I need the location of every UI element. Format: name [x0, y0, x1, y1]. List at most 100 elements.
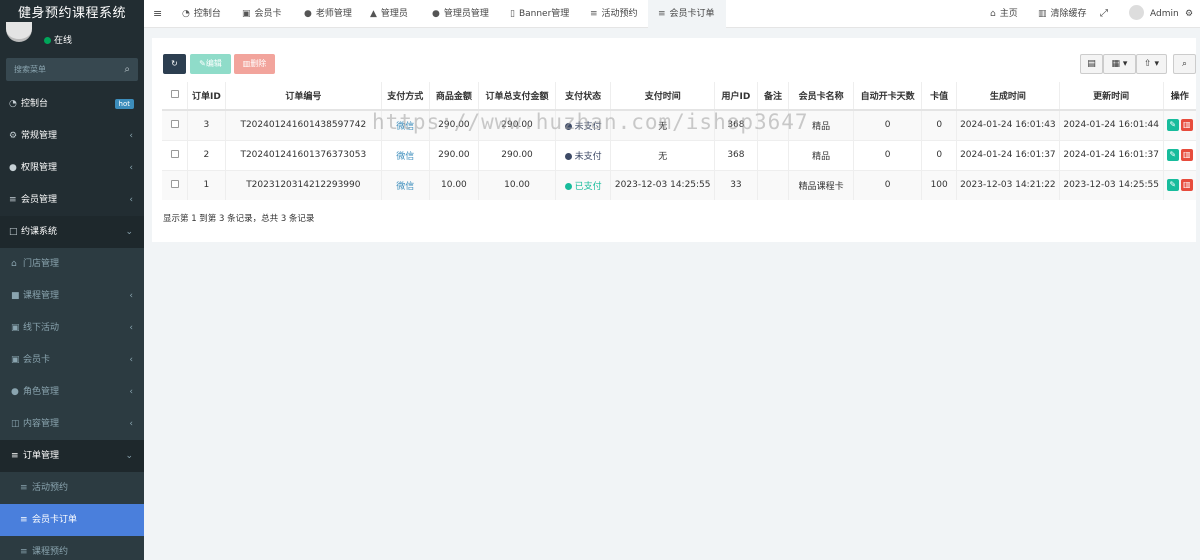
delete-row-button[interactable]: ▥: [1180, 179, 1193, 192]
cell-amount: 290.00: [428, 139, 479, 170]
user-menu[interactable]: Admin: [1129, 0, 1179, 28]
search-icon[interactable]: ⌕: [124, 58, 130, 81]
sidebar-item-dashboard[interactable]: ◔ 控制台 hot: [0, 88, 144, 120]
table-row[interactable]: 3 T202401241601438597742 微信 290.00 290.0…: [162, 109, 1196, 140]
sidebar-item-stores[interactable]: ⌂ 门店管理: [0, 248, 144, 280]
row-checkbox[interactable]: [170, 149, 179, 158]
cogs-icon: ⚙: [9, 131, 18, 141]
col-order-id[interactable]: 订单ID: [187, 82, 226, 111]
col-card-value[interactable]: 卡值: [921, 82, 957, 111]
settings-gear-icon[interactable]: ⚙: [1185, 0, 1193, 28]
col-order-no[interactable]: 订单编号: [224, 82, 382, 111]
sidebar-item-booking-system[interactable]: □ 约课系统 ⌄: [0, 216, 144, 248]
col-pay-time[interactable]: 支付时间: [610, 82, 715, 111]
table-row[interactable]: 1 T2023120314212293990 微信 10.00 10.00 已支…: [162, 169, 1196, 200]
cell-card-name: 精品: [788, 109, 854, 140]
tab-card-orders[interactable]: ≡ 会员卡订单: [648, 0, 726, 28]
cell-status: 未支付: [554, 139, 611, 170]
tab-dashboard[interactable]: ◔ 控制台: [182, 0, 221, 28]
grid-icon: ▦: [1111, 59, 1121, 69]
avatar: [1129, 5, 1144, 20]
sidebar-item-content[interactable]: ◫ 内容管理 ‹: [0, 408, 144, 440]
edit-row-button[interactable]: ✎: [1166, 149, 1179, 161]
chevron-left-icon: ‹: [129, 387, 133, 397]
cell-actions: ✎ ▥: [1162, 169, 1196, 200]
tab-admin[interactable]: ▲ 管理员: [370, 0, 408, 28]
cell-auto-days: 0: [852, 109, 922, 140]
refresh-button[interactable]: ↻: [163, 54, 186, 74]
edit-row-button[interactable]: ✎: [1166, 179, 1179, 192]
bank-icon: ⌂: [11, 259, 17, 269]
sidebar-item-card-orders[interactable]: ≡ 会员卡订单: [0, 504, 144, 536]
tab-member-card[interactable]: ▣ 会员卡: [242, 0, 282, 28]
col-created[interactable]: 生成时间: [955, 82, 1060, 111]
tab-teachers[interactable]: ● 老师管理: [304, 0, 352, 28]
col-amount[interactable]: 商品金额: [428, 82, 479, 111]
list-icon: ≡: [11, 451, 19, 461]
search-button[interactable]: ⌕: [1173, 54, 1196, 74]
edit-button[interactable]: ✎编辑: [190, 54, 231, 74]
orders-table: 订单ID 订单编号 支付方式 商品金额 订单总支付金额 支付状态 支付时间 用户…: [162, 82, 1196, 200]
chevron-left-icon: ‹: [129, 355, 133, 365]
list-icon: ≡: [20, 483, 28, 493]
row-checkbox[interactable]: [170, 179, 179, 188]
sidebar-item-activity-booking[interactable]: ≡ 活动预约: [0, 472, 144, 504]
col-card-name[interactable]: 会员卡名称: [788, 82, 854, 111]
sidebar-item-orders[interactable]: ≡ 订单管理 ⌄: [0, 440, 144, 472]
table-row[interactable]: 2 T202401241601376373053 微信 290.00 290.0…: [162, 139, 1196, 170]
chevron-left-icon: ‹: [129, 291, 133, 301]
col-updated[interactable]: 更新时间: [1058, 82, 1164, 111]
file-icon: ▯: [510, 9, 515, 19]
col-status[interactable]: 支付状态: [554, 82, 611, 111]
menu-toggle-icon[interactable]: ≡: [153, 0, 162, 28]
sidebar-item-course-booking[interactable]: ≡ 课程预约: [0, 536, 144, 560]
cell-auto-days: 0: [852, 169, 922, 200]
cell-created: 2023-12-03 14:21:22: [955, 169, 1060, 200]
sidebar-item-general[interactable]: ⚙ 常规管理 ‹: [0, 120, 144, 152]
cell-id: 3: [187, 109, 226, 140]
sidebar-item-member-card[interactable]: ▣ 会员卡 ‹: [0, 344, 144, 376]
chevron-left-icon: ‹: [129, 131, 133, 141]
delete-button[interactable]: ▥删除: [234, 54, 275, 74]
chevron-down-icon: ⌄: [125, 451, 133, 461]
clear-cache-button[interactable]: ▥ 清除缓存: [1038, 0, 1087, 28]
tab-admin-management[interactable]: ● 管理员管理: [432, 0, 489, 28]
home-link[interactable]: ⌂ 主页: [990, 0, 1018, 28]
tab-banner[interactable]: ▯ Banner管理: [510, 0, 569, 28]
delete-row-button[interactable]: ▥: [1180, 119, 1193, 132]
export-dropdown[interactable]: ⇧ ▾: [1136, 54, 1167, 74]
sidebar-item-auth[interactable]: ● 权限管理 ‹: [0, 152, 144, 184]
sidebar-item-roles[interactable]: ● 角色管理 ‹: [0, 376, 144, 408]
top-navbar: ≡ ◔ 控制台 ▣ 会员卡 ● 老师管理 ▲ 管理员 ● 管理员管理 ▯ Banner管理 …: [144, 0, 1200, 28]
list-icon: ≡: [20, 547, 28, 557]
menu-search-input[interactable]: 搜索菜单 ⌕: [6, 58, 138, 81]
row-checkbox[interactable]: [170, 119, 179, 128]
sidebar-item-members[interactable]: ≡ 会员管理 ‹: [0, 184, 144, 216]
col-total[interactable]: 订单总支付金额: [478, 82, 556, 111]
col-user-id[interactable]: 用户ID: [714, 82, 758, 111]
cell-id: 1: [187, 169, 226, 200]
columns-icon: ◫: [11, 419, 20, 429]
fullscreen-icon[interactable]: ⤢: [1100, 0, 1108, 28]
col-remark[interactable]: 备注: [756, 82, 789, 111]
sidebar-item-courses[interactable]: ■ 课程管理 ‹: [0, 280, 144, 312]
cell-auto-days: 0: [852, 139, 922, 170]
cell-pay-method: 微信: [380, 139, 430, 170]
cell-user-id: 368: [714, 139, 758, 170]
status-dot-icon: [564, 182, 572, 190]
col-pay-method[interactable]: 支付方式: [380, 82, 430, 111]
dashboard-icon: ◔: [9, 99, 17, 109]
list-icon: ≡: [658, 9, 666, 19]
delete-row-button[interactable]: ▥: [1180, 149, 1193, 161]
columns-dropdown[interactable]: ▦ ▾: [1103, 54, 1136, 74]
cell-id: 2: [187, 139, 226, 170]
sidebar-item-offline-events[interactable]: ▣ 线下活动 ‹: [0, 312, 144, 344]
col-auto-days[interactable]: 自动开卡天数: [852, 82, 922, 111]
main-panel: ↻ ✎编辑 ▥删除 ▤ ▦ ▾ ⇧ ▾ ⌕ 订单ID 订单编号 支付方式 商品金…: [152, 38, 1196, 242]
select-all-checkbox[interactable]: [170, 90, 179, 98]
toggle-view-button[interactable]: ▤: [1080, 54, 1103, 74]
user-icon: ●: [304, 9, 312, 19]
tab-activity-booking[interactable]: ≡ 活动预约: [590, 0, 638, 28]
cell-amount: 10.00: [428, 169, 479, 200]
edit-row-button[interactable]: ✎: [1166, 119, 1179, 132]
